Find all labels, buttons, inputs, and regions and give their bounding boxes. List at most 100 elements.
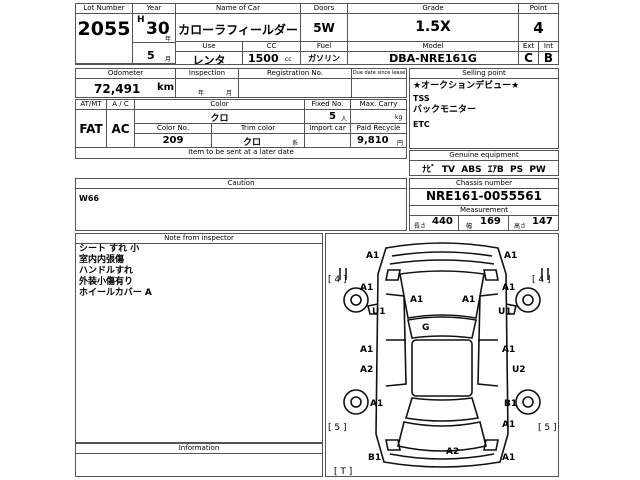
cc-label: CC: [243, 42, 300, 52]
selling-point-section: Selling point ★オークションデビュー★ TSS バックモニター E…: [409, 68, 559, 149]
year-label: Year: [133, 4, 175, 14]
paid-recycle-label: Paid Recycle: [351, 124, 406, 134]
fuel-label: Fuel: [301, 42, 347, 52]
car-outline-diagram: A1 A1 A1 A1 A1 A1 U1 U1 G A1 A1 A2 U2 A1…: [328, 242, 556, 477]
damage-mark: U2: [512, 365, 526, 375]
color-cell: Color クロ: [135, 100, 305, 124]
trim-color-label: Trim color: [212, 124, 304, 134]
damage-mark: G: [422, 323, 429, 333]
color-no-label: Color No.: [135, 124, 211, 134]
due-date-cell: Due date since lease: [352, 69, 406, 97]
damage-mark: U1: [372, 307, 386, 317]
odometer-label: Odometer: [76, 69, 175, 79]
trim-color-cell: Trim color クロ 系: [212, 124, 305, 148]
inspection-month-unit: 月: [226, 90, 233, 97]
lot-number-label: Lot Number: [76, 4, 132, 14]
height-label: 高さ: [514, 223, 527, 230]
damage-mark: A1: [502, 345, 515, 355]
trim-color-value: クロ: [242, 138, 261, 148]
damage-mark: B1: [368, 453, 381, 463]
tire-tread-bracket: [ 4 ]: [328, 275, 346, 285]
atmt-cell: AT/MT FAT: [76, 100, 107, 148]
caution-value: W66: [79, 194, 99, 203]
color-value: クロ: [210, 114, 229, 124]
lot-number-cell: Lot Number 2055: [76, 4, 133, 64]
cc-unit: cc: [285, 56, 292, 63]
use-cell: Use レンタ: [176, 42, 243, 64]
int-value: B: [543, 51, 554, 64]
tire-tread-bracket: [ 5 ]: [538, 423, 556, 433]
color-no-value: 209: [162, 135, 184, 146]
header-section: Lot Number 2055 Year H 30 年 5 月 Name of …: [75, 3, 559, 65]
damage-mark: A1: [370, 399, 383, 409]
damage-diagram: A1 A1 A1 A1 A1 A1 U1 U1 G A1 A1 A2 U2 A1…: [325, 233, 559, 477]
inspection-label: Inspection: [176, 69, 238, 79]
ext-cell: Ext C: [519, 42, 539, 64]
name-of-car-label: Name of Car: [176, 4, 300, 14]
length-value: 440: [432, 216, 453, 227]
damage-mark: A1: [504, 251, 517, 261]
fixed-no-cell: Fixed No. 5 人: [305, 100, 351, 124]
damage-mark: A1: [360, 283, 373, 293]
inspector-note-label: Note from inspector: [76, 234, 322, 244]
int-cell: Int B: [539, 42, 558, 64]
selling-point-line: バックモニター: [413, 105, 477, 115]
registration-cell: Registration No.: [239, 69, 352, 97]
model-value: DBA-NRE161G: [389, 52, 477, 64]
doors-label: Doors: [301, 4, 347, 14]
inspection-cell: Inspection 年 月: [176, 69, 239, 97]
inspector-note-line: 外装小傷有り: [79, 277, 134, 287]
grade-value: 1.5X: [415, 19, 451, 35]
information-label: Information: [76, 444, 322, 454]
inspector-note-line: ハンドルすれ: [79, 266, 134, 276]
damage-mark: A1: [462, 295, 475, 305]
fixed-no-label: Fixed No.: [305, 100, 350, 110]
tire-tread-bracket: [ 5 ]: [328, 423, 346, 433]
atmt-label: AT/MT: [76, 100, 106, 110]
use-value: レンタ: [192, 54, 226, 64]
damage-mark: A2: [446, 447, 459, 457]
fuel-value: ガソリン: [308, 54, 340, 63]
genuine-equipment-label: Genuine equipment: [410, 151, 558, 161]
due-date-label: Due date since lease: [352, 69, 406, 79]
chassis-value: NRE161-0055561: [426, 189, 542, 203]
ac-label: A / C: [107, 100, 134, 110]
year-cell: Year H 30 年 5 月: [133, 4, 176, 64]
damage-mark: A1: [410, 295, 423, 305]
spec-section: AT/MT FAT A / C AC Color クロ Fixed No. 5 …: [75, 99, 407, 159]
width-value: 169: [480, 216, 501, 227]
width-label: 幅: [466, 223, 473, 230]
lot-number-value: 2055: [77, 18, 131, 40]
max-carry-label: Max. Carry: [351, 100, 406, 110]
genuine-equipment-section: Genuine equipment ﾅﾋﾞ TV ABS ｴｱB PS PW: [409, 150, 559, 176]
max-carry-cell: Max. Carry kg: [351, 100, 406, 124]
ac-cell: A / C AC: [107, 100, 135, 148]
doors-cell: Doors 5W: [301, 4, 348, 42]
inspector-note-line: ホイールカバー A: [79, 288, 152, 298]
inspector-note-line: シート すれ 小: [79, 244, 140, 254]
color-label: Color: [135, 100, 304, 110]
tire-tread-bracket: [ 4 ]: [532, 275, 550, 285]
damage-mark: A1: [366, 251, 379, 261]
inspector-note-line: 室内内張傷: [79, 255, 125, 265]
measurement-label: Measurement: [410, 205, 558, 216]
odometer-section: Odometer 72,491 km Inspection 年 月 Regist…: [75, 68, 407, 98]
selling-point-line: TSS: [413, 94, 430, 103]
chassis-section: Chassis number NRE161-0055561 Measuremen…: [409, 178, 559, 231]
import-car-label: Import car: [305, 124, 350, 134]
registration-label: Registration No.: [239, 69, 351, 79]
fixed-no-value: 5: [329, 111, 336, 122]
odometer-cell: Odometer 72,491 km: [76, 69, 176, 97]
caution-section: Caution W66: [75, 178, 407, 231]
ext-value: C: [524, 51, 533, 64]
information-section: Information: [75, 443, 323, 477]
month-unit: 月: [165, 56, 172, 63]
damage-mark: U1: [498, 307, 512, 317]
year-era: H: [137, 15, 145, 25]
point-label: Point: [519, 4, 558, 14]
selling-point-line: ★オークションデビュー★: [413, 81, 520, 91]
grade-label: Grade: [348, 4, 518, 14]
cc-value: 1500: [248, 52, 279, 64]
damage-mark: A1: [360, 345, 373, 355]
paid-recycle-cell: Paid Recycle 9,810 円: [351, 124, 406, 148]
